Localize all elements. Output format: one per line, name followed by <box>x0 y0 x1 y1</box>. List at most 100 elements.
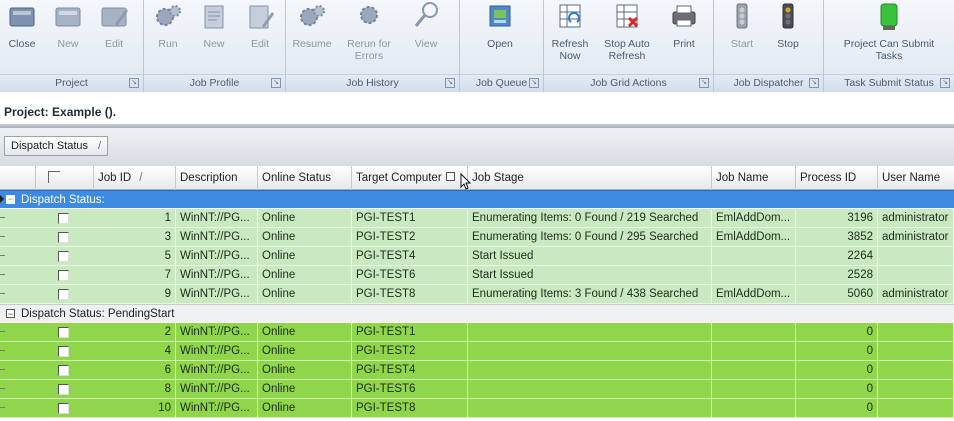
cell-online-status: Online <box>258 247 352 266</box>
print-grid-button[interactable]: Print <box>662 0 706 74</box>
column-header-online-status[interactable]: Online Status <box>258 166 352 190</box>
cell-process-id: 0 <box>796 342 878 361</box>
cell-job-stage <box>468 399 712 418</box>
row-indicator <box>0 342 6 361</box>
column-header-select[interactable] <box>36 166 94 190</box>
ribbon-group-job-grid-actions: Refresh Now Stop Auto Refresh Print Job … <box>544 0 714 92</box>
rerun-gears-icon <box>360 6 378 24</box>
stop-dispatcher-button[interactable]: Stop <box>768 0 808 74</box>
dialog-launcher-icon[interactable]: ↘ <box>529 78 539 88</box>
column-header-process-id[interactable]: Process ID <box>796 166 878 190</box>
row-select-checkbox[interactable] <box>58 327 69 338</box>
cell-description: WinNT://PG... <box>176 361 258 380</box>
cell-job-id: 9 <box>94 285 176 304</box>
view-history-button[interactable]: View <box>404 0 448 74</box>
cell-job-id: 7 <box>94 266 176 285</box>
row-select-checkbox[interactable] <box>58 232 69 243</box>
table-row[interactable]: 7 WinNT://PG... Online PGI-TEST6 Start Issue… <box>0 266 954 285</box>
open-queue-button[interactable]: Open <box>478 0 522 74</box>
table-row[interactable]: 1 WinNT://PG... Online PGI-TEST1 Enumerating… <box>0 209 954 228</box>
row-select-checkbox[interactable] <box>58 289 69 300</box>
table-row[interactable]: 10 WinNT://PG... Online PGI-TEST8 0 <box>0 399 954 418</box>
edit-project-button[interactable]: Edit <box>94 0 134 74</box>
cell-online-status: Online <box>258 209 352 228</box>
mouse-pointer-icon <box>460 173 472 190</box>
column-header-job-id[interactable]: Job ID / <box>94 166 176 190</box>
column-header-target-computer[interactable]: Target Computer <box>352 166 468 190</box>
cell-process-id: 3196 <box>796 209 878 228</box>
column-header-indicator <box>0 166 36 190</box>
dialog-launcher-icon[interactable]: ↘ <box>940 78 950 88</box>
dialog-launcher-icon[interactable]: ↘ <box>129 78 139 88</box>
column-filter-icon[interactable] <box>445 172 455 182</box>
row-select-checkbox[interactable] <box>58 346 69 357</box>
row-select-checkbox[interactable] <box>58 213 69 224</box>
grid-body: − Dispatch Status: 1 WinNT://PG... Online PGI… <box>0 190 954 421</box>
close-project-button[interactable]: Close <box>2 0 42 74</box>
cell-job-id: 2 <box>94 323 176 342</box>
group-label: Dispatch Status: <box>21 194 105 206</box>
new-profile-icon <box>204 5 224 29</box>
project-can-submit-tasks-button[interactable]: Project Can Submit Tasks <box>834 0 944 74</box>
dialog-launcher-icon[interactable]: ↘ <box>445 78 455 88</box>
project-header: Project: Example (). <box>0 100 954 124</box>
cell-job-name <box>712 247 796 266</box>
ribbon-group-label: Job History ↘ <box>286 74 459 92</box>
collapse-group-icon[interactable]: − <box>6 309 15 319</box>
cell-job-stage: Enumerating Items: 0 Found / 219 Searche… <box>468 209 712 228</box>
edit-profile-button[interactable]: Edit <box>240 0 280 74</box>
row-indicator <box>0 285 6 304</box>
row-select-checkbox[interactable] <box>58 365 69 376</box>
rerun-for-errors-button[interactable]: Rerun for Errors <box>338 0 400 74</box>
group-by-chip-dispatch-status[interactable]: Dispatch Status / <box>4 136 109 156</box>
cell-job-stage <box>468 323 712 342</box>
cell-online-status: Online <box>258 361 352 380</box>
row-indicator <box>0 399 6 418</box>
row-select-checkbox[interactable] <box>58 384 69 395</box>
new-project-button[interactable]: New <box>48 0 88 74</box>
cell-job-stage: Start Issued <box>468 247 712 266</box>
cell-process-id: 0 <box>796 323 878 342</box>
cell-user-name: administrator <box>878 285 954 304</box>
sort-indicator: / <box>98 140 102 152</box>
job-grid: Job ID / Description Online Status Target… <box>0 166 954 421</box>
new-profile-button[interactable]: New <box>194 0 234 74</box>
new-project-icon <box>55 7 81 27</box>
cell-job-id: 4 <box>94 342 176 361</box>
row-indicator <box>0 266 6 285</box>
group-row[interactable]: − Dispatch Status: <box>0 190 954 208</box>
row-select-checkbox[interactable] <box>58 403 69 414</box>
project-title: Project: Example (). <box>4 105 117 119</box>
dialog-launcher-icon[interactable]: ↘ <box>271 78 281 88</box>
refresh-now-button[interactable]: Refresh Now <box>548 0 592 74</box>
stop-auto-refresh-button[interactable]: Stop Auto Refresh <box>596 0 658 74</box>
run-profile-button[interactable]: Run <box>150 0 186 74</box>
table-row[interactable]: 9 WinNT://PG... Online PGI-TEST8 Enumerating… <box>0 285 954 304</box>
ribbon-group-job-dispatcher: Start Stop Job Dispatcher ↘ <box>714 0 824 92</box>
cell-job-name: EmlAddDom... <box>712 228 796 247</box>
cell-job-id: 1 <box>94 209 176 228</box>
table-row[interactable]: 5 WinNT://PG... Online PGI-TEST4 Start Issue… <box>0 247 954 266</box>
cell-job-name <box>712 323 796 342</box>
resume-button[interactable]: Resume <box>290 0 334 74</box>
cell-online-status: Online <box>258 323 352 342</box>
column-header-job-stage[interactable]: Job Stage <box>468 166 712 190</box>
table-row[interactable]: 4 WinNT://PG... Online PGI-TEST2 0 <box>0 342 954 361</box>
cell-job-name: EmlAddDom... <box>712 209 796 228</box>
row-select-checkbox[interactable] <box>58 251 69 262</box>
start-dispatcher-button[interactable]: Start <box>722 0 762 74</box>
cell-process-id: 5060 <box>796 285 878 304</box>
table-row[interactable]: 8 WinNT://PG... Online PGI-TEST6 0 <box>0 380 954 399</box>
table-row[interactable]: 3 WinNT://PG... Online PGI-TEST2 Enumerating… <box>0 228 954 247</box>
table-row[interactable]: 6 WinNT://PG... Online PGI-TEST4 0 <box>0 361 954 380</box>
collapse-group-icon[interactable]: − <box>6 195 15 204</box>
dialog-launcher-icon[interactable]: ↘ <box>699 78 709 88</box>
dialog-launcher-icon[interactable]: ↘ <box>809 78 819 88</box>
row-select-checkbox[interactable] <box>58 270 69 281</box>
select-all-checkbox[interactable] <box>48 171 60 183</box>
column-header-description[interactable]: Description <box>176 166 258 190</box>
column-header-user-name[interactable]: User Name <box>878 166 954 190</box>
column-header-job-name[interactable]: Job Name <box>712 166 796 190</box>
table-row[interactable]: 2 WinNT://PG... Online PGI-TEST1 0 <box>0 323 954 342</box>
group-row[interactable]: − Dispatch Status: PendingStart <box>0 304 954 322</box>
